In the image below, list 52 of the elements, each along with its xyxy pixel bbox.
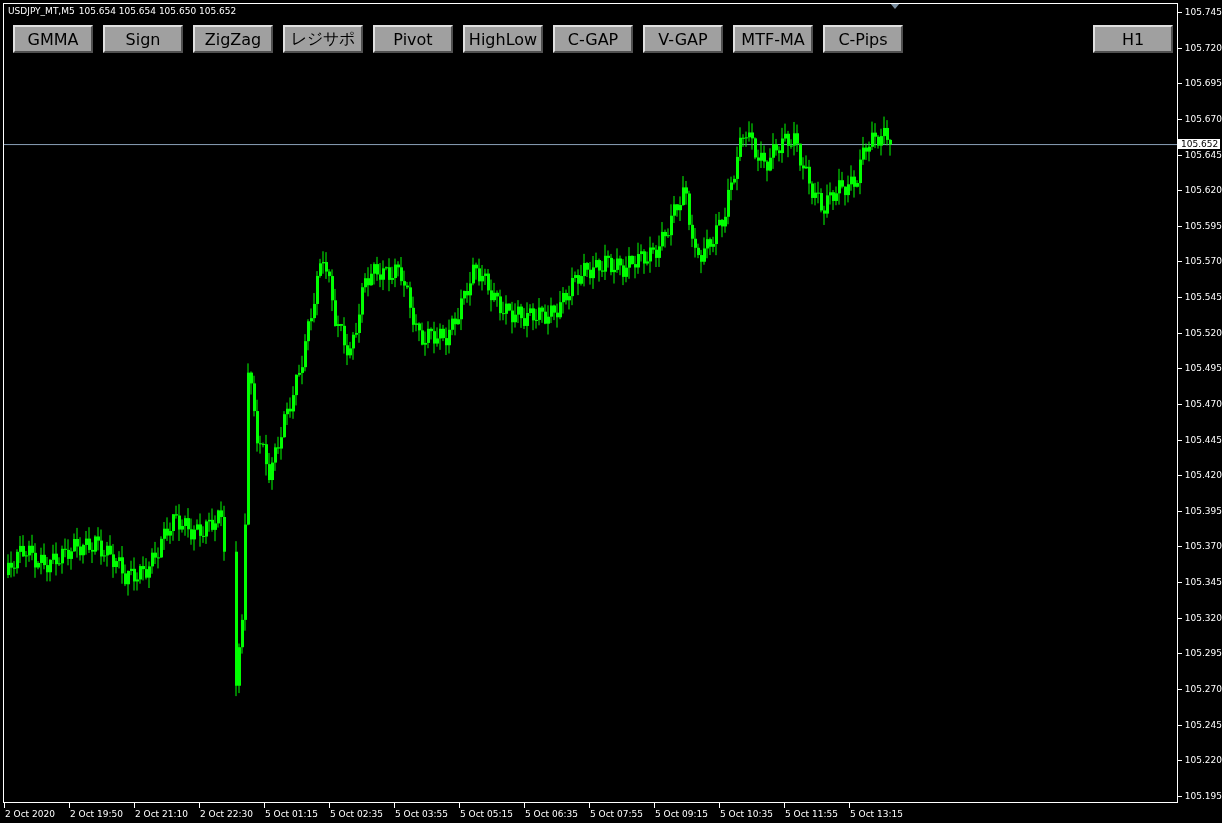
indicator-button[interactable]: MTF-MA bbox=[733, 25, 813, 53]
time-label: 5 Oct 07:55 bbox=[590, 809, 643, 819]
ohlc-readout: 105.654 105.654 105.650 105.652 bbox=[78, 6, 237, 16]
price-label: 105.470 bbox=[1184, 397, 1222, 410]
price-label: 105.245 bbox=[1184, 718, 1222, 731]
price-label: 105.670 bbox=[1184, 112, 1222, 125]
price-label: 105.220 bbox=[1184, 754, 1222, 767]
price-label: 105.720 bbox=[1184, 41, 1222, 54]
time-label: 5 Oct 09:15 bbox=[655, 809, 708, 819]
time-label: 5 Oct 13:15 bbox=[850, 809, 903, 819]
indicator-button[interactable]: Pivot bbox=[373, 25, 453, 53]
price-label: 105.370 bbox=[1184, 540, 1222, 553]
chart-shift-icon[interactable] bbox=[890, 4, 900, 9]
time-label: 2 Oct 21:10 bbox=[135, 809, 188, 819]
price-label: 105.595 bbox=[1184, 219, 1222, 232]
price-label: 105.495 bbox=[1184, 362, 1222, 375]
indicator-button[interactable]: Sign bbox=[103, 25, 183, 53]
price-label: 105.320 bbox=[1184, 611, 1222, 624]
price-label: 105.195 bbox=[1184, 789, 1222, 802]
time-label: 2 Oct 22:30 bbox=[200, 809, 253, 819]
price-label: 105.445 bbox=[1184, 433, 1222, 446]
time-label: 5 Oct 02:35 bbox=[330, 809, 383, 819]
time-label: 5 Oct 11:55 bbox=[785, 809, 838, 819]
price-label: 105.420 bbox=[1184, 469, 1222, 482]
price-label: 105.620 bbox=[1184, 184, 1222, 197]
time-label: 5 Oct 01:15 bbox=[265, 809, 318, 819]
time-label: 5 Oct 06:35 bbox=[525, 809, 578, 819]
indicator-button[interactable]: GMMA bbox=[13, 25, 93, 53]
price-label: 105.545 bbox=[1184, 291, 1222, 303]
price-label: 105.695 bbox=[1184, 77, 1222, 90]
symbol-label: USDJPY_MT,M5 bbox=[8, 6, 75, 16]
current-price-label: 105.652 bbox=[1178, 139, 1221, 149]
time-label: 5 Oct 10:35 bbox=[720, 809, 773, 819]
price-label: 105.520 bbox=[1184, 326, 1222, 339]
price-label: 105.570 bbox=[1184, 255, 1222, 268]
price-label: 105.295 bbox=[1184, 647, 1222, 660]
indicator-button[interactable]: ZigZag bbox=[193, 25, 273, 53]
indicator-button[interactable]: C-GAP bbox=[553, 25, 633, 53]
time-label: 2 Oct 19:50 bbox=[70, 809, 123, 819]
price-label: 105.645 bbox=[1184, 148, 1222, 161]
time-label: 2 Oct 2020 bbox=[5, 809, 55, 819]
time-label: 5 Oct 03:55 bbox=[395, 809, 448, 819]
price-label: 105.270 bbox=[1184, 682, 1222, 695]
time-label: 5 Oct 05:15 bbox=[460, 809, 513, 819]
price-label: 105.345 bbox=[1184, 576, 1222, 588]
indicator-button[interactable]: V-GAP bbox=[643, 25, 723, 53]
indicator-button[interactable]: レジサポ bbox=[283, 25, 363, 53]
indicator-button[interactable]: HighLow bbox=[463, 25, 543, 53]
price-label: 105.745 bbox=[1184, 6, 1222, 18]
price-label: 105.395 bbox=[1184, 504, 1222, 517]
indicator-button[interactable]: C-Pips bbox=[823, 25, 903, 53]
timeframe-button[interactable]: H1 bbox=[1093, 25, 1173, 53]
